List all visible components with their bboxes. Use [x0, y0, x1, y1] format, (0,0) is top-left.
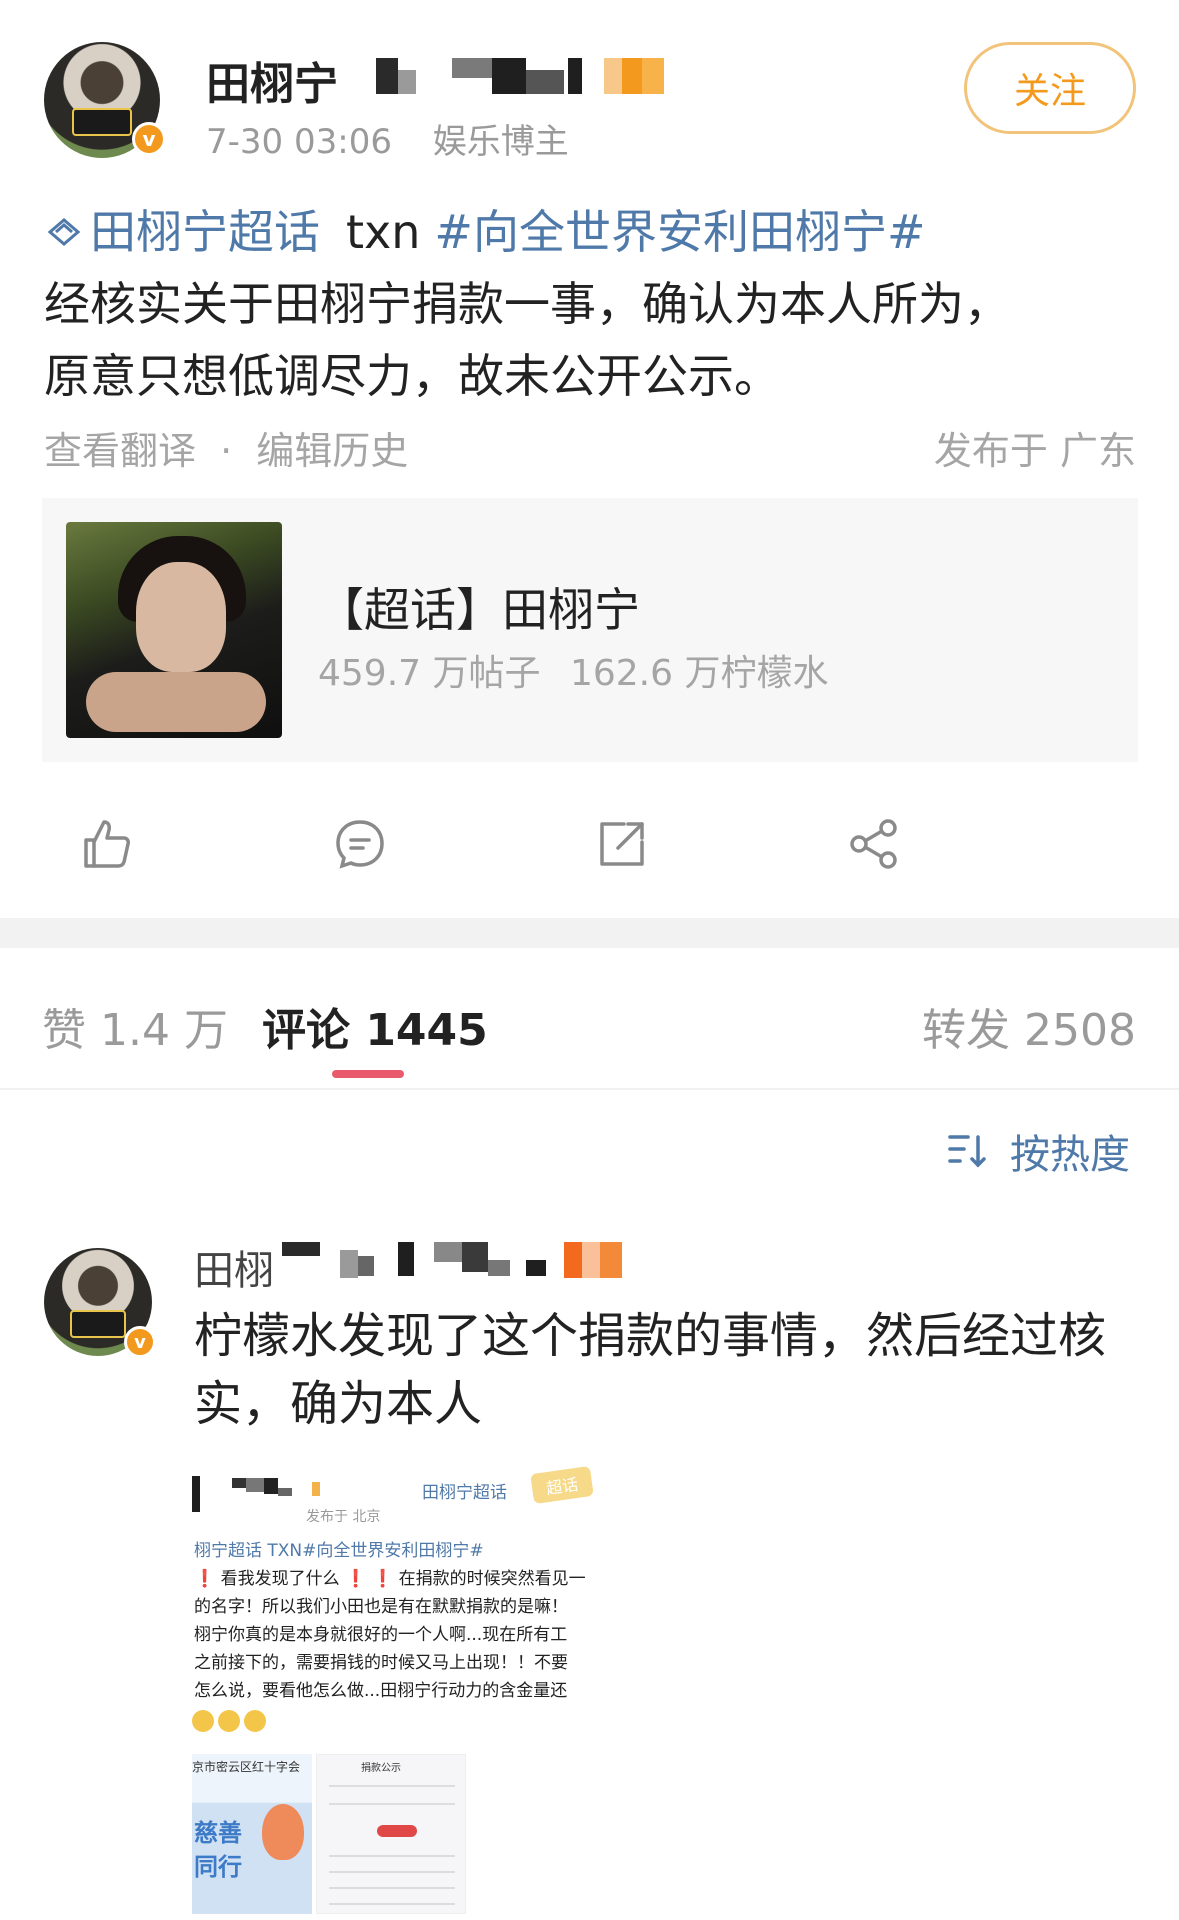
edit-history-link[interactable]: 编辑历史 [256, 429, 408, 473]
super-topic-fan-count: 162.6 万柠檬水 [569, 653, 829, 694]
section-divider [0, 918, 1179, 948]
post-text-line-1: 经核实关于田栩宁捐款一事，确认为本人所为， [44, 277, 1010, 331]
embed-line-4: 栩宁你真的是本身就很好的一个人啊...现在所有工 [194, 1625, 568, 1645]
embed-line-2-text: 看我发现了什么 [215, 1569, 345, 1589]
author-avatar[interactable]: v [44, 42, 166, 158]
super-topic-link[interactable]: 田栩宁超话 [90, 196, 320, 268]
commenter-name-mosaic [282, 1242, 320, 1272]
author-role: 娱乐博主 [432, 122, 569, 162]
balloon-icon [262, 1804, 304, 1860]
comment-icon [336, 820, 384, 869]
share-button[interactable] [838, 808, 910, 880]
sort-label: 按热度 [1010, 1132, 1130, 1178]
tag-text: txn [346, 205, 421, 259]
post-action-bar [0, 798, 1179, 890]
sort-icon [948, 1135, 986, 1168]
embed-donation-card: 捐款公示 [316, 1754, 466, 1914]
commenter-name-mosaic-4 [434, 1242, 510, 1276]
post-body: 田栩宁超话 txn #向全世界安利田栩宁# 经核实关于田栩宁捐款一事，确认为本人… [44, 196, 1144, 412]
super-topic-post-count: 459.7 万帖子 [318, 653, 541, 694]
like-button[interactable] [70, 808, 142, 880]
commenter-name[interactable]: 田栩 [194, 1238, 274, 1296]
repost-button[interactable] [586, 808, 658, 880]
separator-dot: · [220, 429, 233, 473]
commenter-name-mosaic-3 [398, 1242, 414, 1276]
share-icon [850, 819, 897, 869]
repost-icon [600, 822, 644, 866]
post-header: v 田栩宁 7-30 03:06 娱乐博主 关注 [0, 0, 1179, 190]
commenter-name-mosaic-2 [340, 1242, 374, 1278]
commenter-avatar[interactable]: v [44, 1248, 156, 1358]
redacted-username-mosaic-3 [568, 58, 582, 94]
embed-card1-slogan: 慈善 同行 [194, 1819, 242, 1881]
embed-line-3: 的名字！所以我们小田也是有在默默捐款的是嘛！ [194, 1597, 568, 1617]
redacted-username-mosaic [376, 58, 416, 94]
super-topic-diamond-icon [47, 218, 81, 246]
embed-card2-title: 捐款公示 [361, 1763, 401, 1774]
embed-name-mosaic [192, 1476, 200, 1512]
crying-emoji-icon [192, 1710, 214, 1732]
follow-button[interactable]: 关注 [964, 42, 1136, 134]
verified-badge-icon: v [132, 122, 166, 156]
crying-emoji-icon [218, 1710, 240, 1732]
thumb-up-icon [84, 820, 130, 868]
author-name[interactable]: 田栩宁 [206, 48, 338, 112]
embed-red-cross-card: 京市密云区红十字会 慈善 同行 [192, 1754, 312, 1914]
comment-text: 柠檬水发现了这个捐款的事情，然后经过核实，确为本人 [194, 1308, 1107, 1432]
redacted-username-mosaic-2 [452, 58, 564, 94]
embed-line-2: ❗ 看我发现了什么 ❗ ❗ 在捐款的时候突然看见一 [194, 1564, 586, 1589]
post-meta: 7-30 03:06 娱乐博主 [206, 114, 569, 163]
super-topic-card[interactable]: 【超话】田栩宁 459.7 万帖子 162.6 万柠檬水 [42, 498, 1138, 762]
tab-likes[interactable]: 赞 1.4 万 [42, 994, 228, 1058]
tab-reposts[interactable]: 转发 2508 [922, 994, 1136, 1058]
commenter-verified-icon: v [124, 1326, 156, 1358]
interaction-tabs: 赞 1.4 万 评论 1445 转发 2508 [0, 980, 1179, 1090]
post-text-line-2: 原意只想低调尽力，故未公开公示。 [44, 349, 780, 403]
super-topic-title: 【超话】田栩宁 [318, 583, 640, 637]
super-topic-thumbnail [66, 522, 282, 738]
super-topic-stats: 459.7 万帖子 162.6 万柠檬水 [318, 644, 828, 696]
embed-super-topic-badge: 超话 [530, 1465, 594, 1505]
hashtag-link[interactable]: #向全世界安利田栩宁# [434, 196, 925, 268]
post-location: 发布于 广东 [933, 429, 1136, 473]
post-footer: 查看翻译 · 编辑历史 发布于 广东 [44, 420, 1136, 475]
embed-emoji-row [192, 1710, 266, 1732]
member-badge-mosaic [604, 58, 664, 94]
embed-badge-mosaic [312, 1482, 320, 1496]
embed-topic-link: 田栩宁超话 [422, 1483, 507, 1503]
comment-button[interactable] [324, 808, 396, 880]
translate-link[interactable]: 查看翻译 [44, 429, 196, 473]
embed-exclaim-2: ❗ ❗ [344, 1569, 394, 1589]
crying-emoji-icon [244, 1710, 266, 1732]
tab-comments[interactable]: 评论 1445 [262, 994, 488, 1058]
embed-line-1: 栩宁超话 TXN#向全世界安利田栩宁# [194, 1541, 484, 1561]
active-tab-indicator [332, 1070, 404, 1078]
embed-query-button [377, 1825, 417, 1837]
embed-name-mosaic-2 [232, 1478, 292, 1502]
comment-image[interactable]: 田栩宁超话 超话 发布于 北京 栩宁超话 TXN#向全世界安利田栩宁# ❗ 看我… [192, 1464, 604, 1914]
embed-exclaim-1: ❗ [194, 1569, 216, 1589]
embed-card1-title: 京市密云区红十字会 [192, 1760, 301, 1774]
post-topic-line: 田栩宁超话 txn #向全世界安利田栩宁# [44, 196, 1144, 268]
commenter-badge-mosaic [564, 1242, 622, 1278]
post-time: 7-30 03:06 [206, 122, 392, 162]
sort-button[interactable]: 按热度 [946, 1122, 1130, 1180]
commenter-name-mosaic-5 [526, 1242, 546, 1276]
embed-line-5: 之前接下的，需要捐钱的时候又马上出现！！不要 [194, 1653, 568, 1673]
embed-line-6: 怎么说，要看他怎么做...田栩宁行动力的含金量还 [194, 1681, 568, 1701]
embed-meta: 发布于 北京 [306, 1509, 381, 1525]
embed-line-2-tail: 在捐款的时候突然看见一 [393, 1569, 586, 1589]
